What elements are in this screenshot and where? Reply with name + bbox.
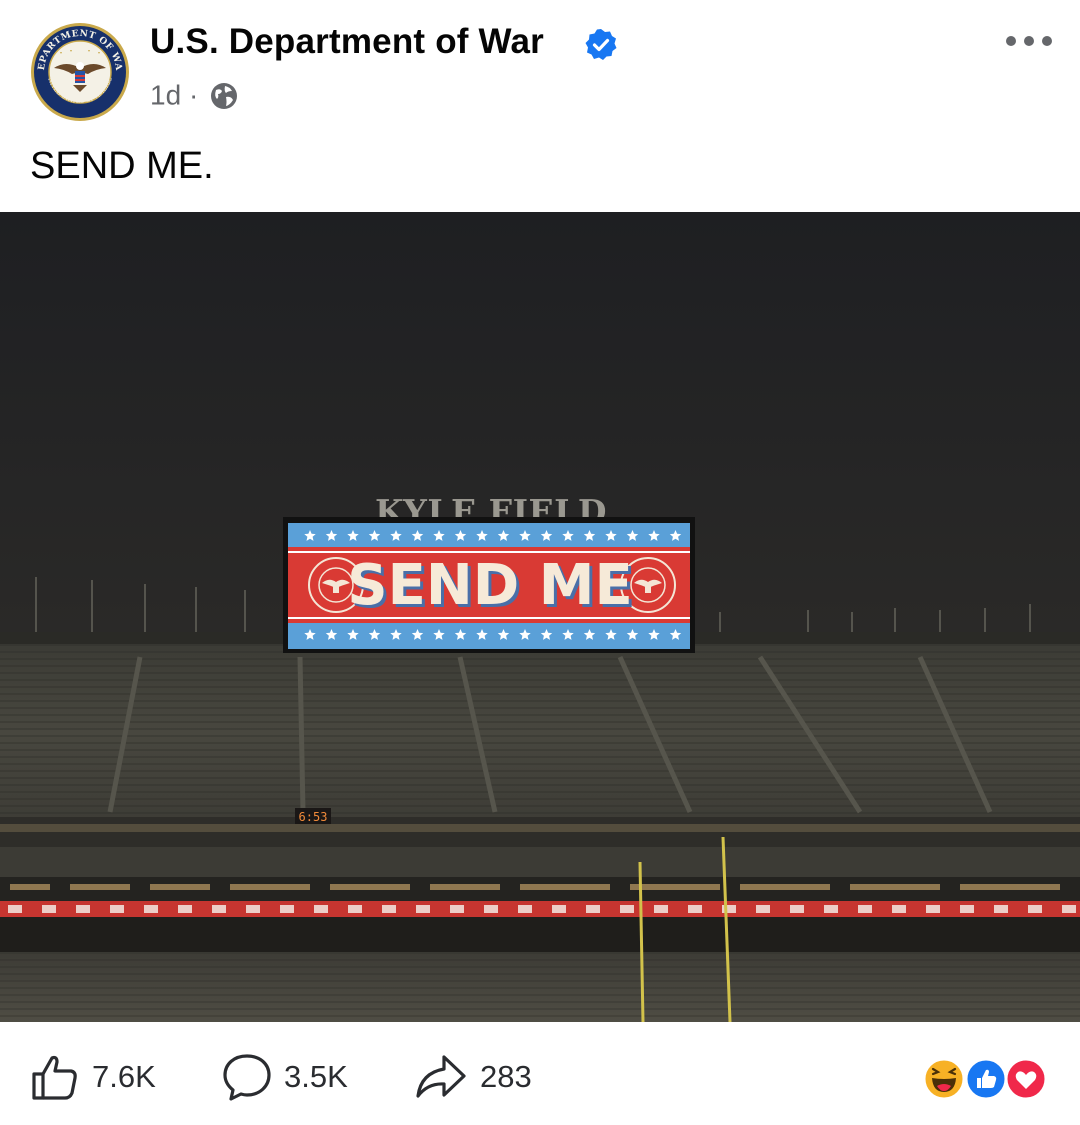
ribbon-logo-mark: [926, 905, 940, 913]
stadium-photo: KYLE FIELD 6:53 SEND ME SEND ME: [0, 212, 1080, 1022]
post-meta: 1d ·: [150, 78, 238, 114]
department-seal-logo: DEPARTMENT OF WAR UNITED STATES OF AMERI…: [30, 22, 129, 121]
post-caption: SEND ME.: [30, 145, 214, 187]
ribbon-logo-mark: [722, 905, 736, 913]
more-options-icon[interactable]: [1002, 26, 1056, 56]
ribbon-logo-mark: [552, 905, 566, 913]
ribbon-logo-mark: [382, 905, 396, 913]
haha-reaction-icon: [922, 1057, 966, 1101]
suite-lights: [10, 884, 1060, 890]
share-button[interactable]: 283: [414, 1052, 532, 1102]
meta-separator: ·: [188, 79, 199, 111]
globe-icon: [211, 82, 238, 109]
comment-bubble-icon: [223, 1054, 271, 1101]
share-arrow-icon: [416, 1055, 466, 1098]
ribbon-logo-mark: [858, 905, 872, 913]
post-photo[interactable]: KYLE FIELD 6:53 SEND ME SEND ME: [0, 212, 1080, 1022]
thumbs-up-icon: [32, 1055, 77, 1100]
ribbon-logo-mark: [144, 905, 158, 913]
post-actions-bar: 7.6K 3.5K 283: [0, 1022, 1080, 1125]
page-avatar[interactable]: DEPARTMENT OF WAR UNITED STATES OF AMERI…: [30, 22, 130, 122]
ribbon-logo-mark: [8, 905, 22, 913]
post-header: DEPARTMENT OF WAR UNITED STATES OF AMERI…: [0, 0, 1080, 140]
ribbon-logo-mark: [790, 905, 804, 913]
page-name[interactable]: U.S. Department of War: [150, 22, 544, 62]
like-reaction-icon: [964, 1057, 1008, 1101]
ribbon-logo-mark: [1062, 905, 1076, 913]
comment-count: 3.5K: [284, 1059, 348, 1094]
ribbon-logo-mark: [314, 905, 328, 913]
ribbon-logo-mark: [688, 905, 702, 913]
ribbon-logo-mark: [586, 905, 600, 913]
reactions-summary[interactable]: [922, 1057, 1048, 1101]
ribbon-logo-mark: [824, 905, 838, 913]
scoreboard: SEND ME SEND ME: [283, 517, 695, 653]
scoreboard-text: SEND ME: [347, 553, 632, 618]
ribbon-logo-mark: [178, 905, 192, 913]
ribbon-logo-mark: [756, 905, 770, 913]
ribbon-logo-mark: [654, 905, 668, 913]
ribbon-logo-mark: [960, 905, 974, 913]
ribbon-logo-mark: [892, 905, 906, 913]
share-count: 283: [480, 1059, 532, 1094]
comment-button[interactable]: 3.5K: [222, 1052, 348, 1102]
ribbon-logo-mark: [76, 905, 90, 913]
like-button[interactable]: 7.6K: [30, 1052, 156, 1102]
ribbon-logo-mark: [1028, 905, 1042, 913]
ribbon-logo-mark: [280, 905, 294, 913]
ribbon-logo-mark: [348, 905, 362, 913]
ribbon-logo-mark: [416, 905, 430, 913]
ribbon-logo-mark: [484, 905, 498, 913]
ribbon-logo-mark: [518, 905, 532, 913]
ribbon-logo-mark: [42, 905, 56, 913]
like-count: 7.6K: [92, 1059, 156, 1094]
ribbon-logo-mark: [110, 905, 124, 913]
ribbon-logo-mark: [620, 905, 634, 913]
post-timestamp[interactable]: 1d: [150, 80, 181, 111]
stadium-clock: 6:53: [299, 810, 328, 824]
verified-badge-icon: [585, 29, 617, 60]
ribbon-logo-mark: [246, 905, 260, 913]
ribbon-logo-mark: [450, 905, 464, 913]
ribbon-logo-mark: [212, 905, 226, 913]
love-reaction-icon: [1004, 1057, 1048, 1101]
ribbon-logo-mark: [994, 905, 1008, 913]
